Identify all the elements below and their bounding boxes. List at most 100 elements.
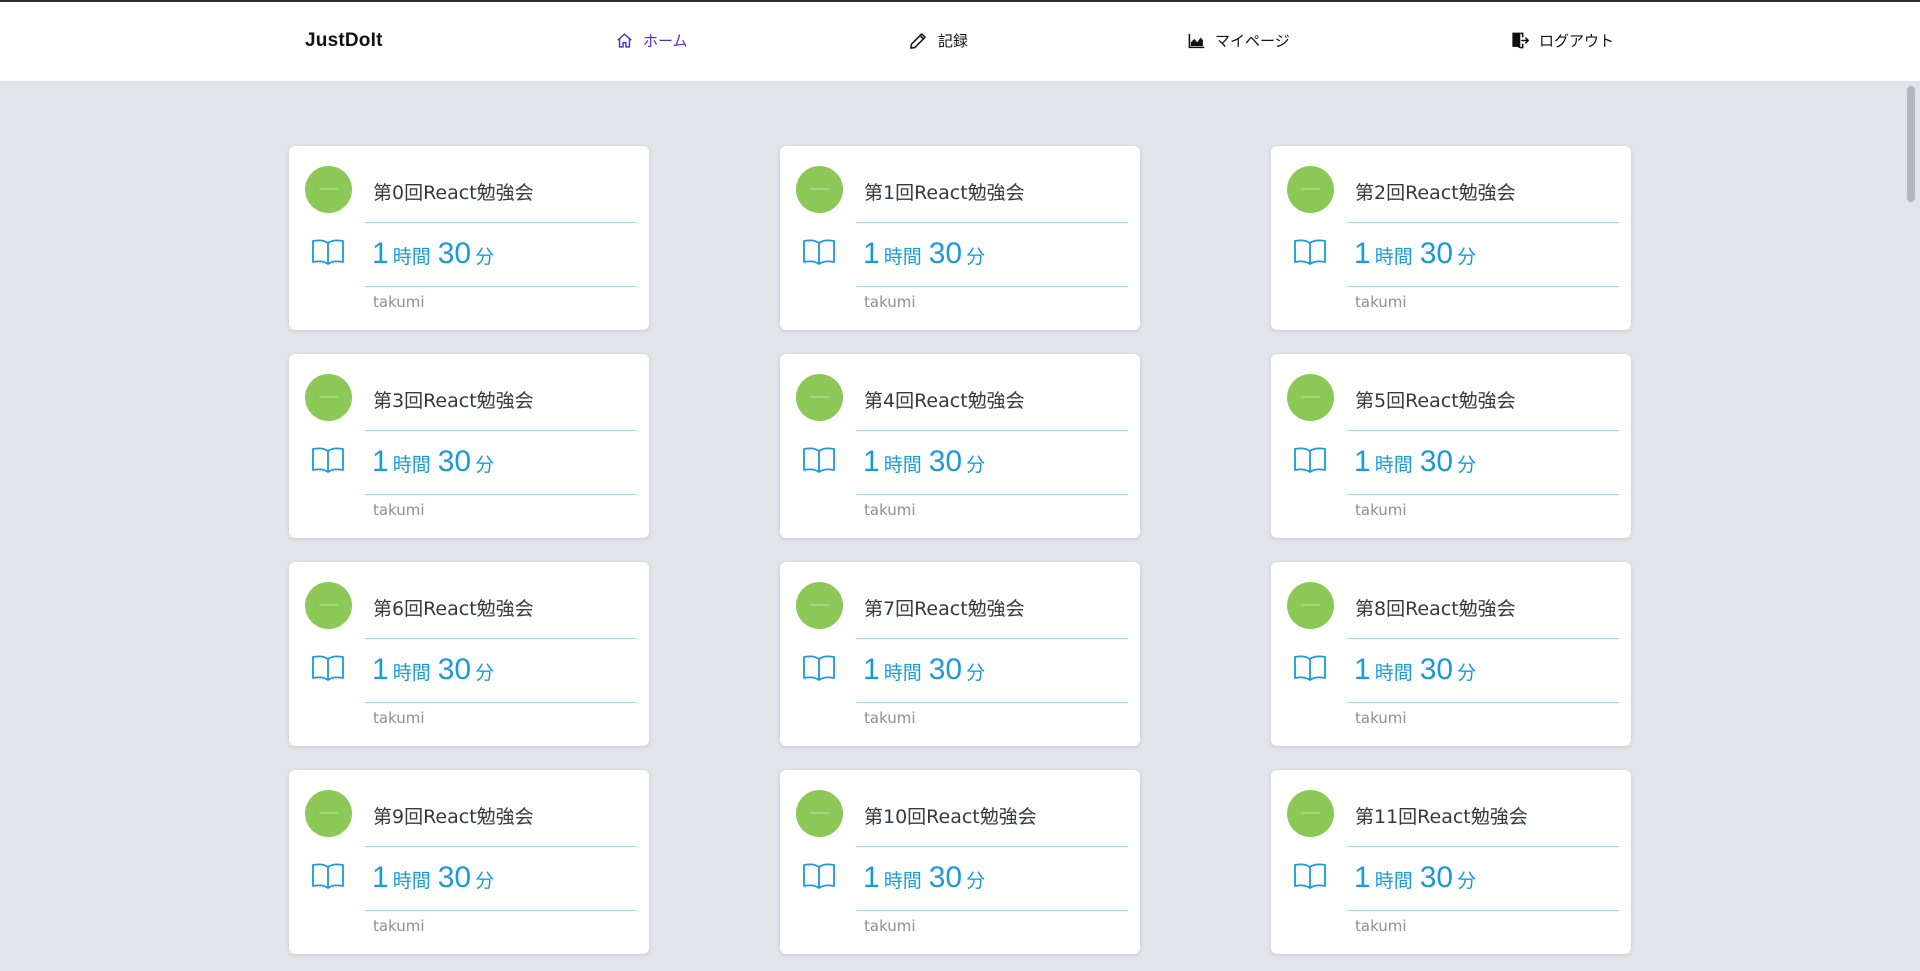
study-card[interactable]: 第5回React勉強会 1 時間 30 分 takumi (1271, 354, 1631, 538)
study-card[interactable]: 第9回React勉強会 1 時間 30 分 takumi (289, 770, 649, 954)
duration-minutes: 30 (1419, 653, 1454, 686)
card-divider (856, 846, 1128, 847)
study-card[interactable]: 第10回React勉強会 1 時間 30 分 takumi (780, 770, 1140, 954)
card-username: takumi (373, 293, 425, 311)
duration-hours: 1 (372, 445, 389, 478)
nav-record[interactable]: 記録 (908, 30, 968, 51)
study-record-grid: 第0回React勉強会 1 時間 30 分 takumi 第1回React勉強会 1 時間 30 分… (289, 146, 1631, 954)
card-title: 第3回React勉強会 (373, 390, 534, 412)
user-avatar (796, 374, 843, 421)
user-avatar (1287, 374, 1334, 421)
duration-minutes-unit: 分 (475, 247, 495, 268)
top-navbar: JustDoIt ホーム 記録 マイページ ログアウト (0, 2, 1920, 82)
card-title: 第11回React勉強会 (1355, 806, 1528, 828)
book-icon (311, 654, 345, 686)
card-divider (856, 494, 1128, 495)
study-duration: 1 時間 30 分 (372, 653, 501, 687)
card-divider (1347, 494, 1619, 495)
book-icon (802, 862, 836, 894)
card-divider (856, 222, 1128, 223)
book-icon (1293, 446, 1327, 478)
card-divider (365, 702, 637, 703)
book-icon (311, 238, 345, 270)
book-icon (802, 654, 836, 686)
home-icon (616, 32, 633, 49)
card-divider (856, 910, 1128, 911)
duration-hours-unit: 時間 (392, 247, 431, 268)
study-card[interactable]: 第8回React勉強会 1 時間 30 分 takumi (1271, 562, 1631, 746)
duration-hours: 1 (1354, 445, 1371, 478)
page-scrollbar[interactable] (1904, 83, 1920, 971)
card-username: takumi (864, 293, 916, 311)
card-divider (365, 286, 637, 287)
duration-hours: 1 (863, 237, 880, 270)
card-username: takumi (864, 917, 916, 935)
card-title: 第7回React勉強会 (864, 598, 1025, 620)
duration-minutes-unit: 分 (475, 663, 495, 684)
user-avatar (796, 166, 843, 213)
nav-logout[interactable]: ログアウト (1510, 30, 1614, 51)
card-title: 第8回React勉強会 (1355, 598, 1516, 620)
book-icon (1293, 238, 1327, 270)
study-card[interactable]: 第0回React勉強会 1 時間 30 分 takumi (289, 146, 649, 330)
duration-hours: 1 (1354, 653, 1371, 686)
duration-hours: 1 (863, 445, 880, 478)
study-card[interactable]: 第4回React勉強会 1 時間 30 分 takumi (780, 354, 1140, 538)
study-card[interactable]: 第7回React勉強会 1 時間 30 分 takumi (780, 562, 1140, 746)
card-divider (365, 910, 637, 911)
duration-minutes-unit: 分 (475, 455, 495, 476)
card-divider (1347, 430, 1619, 431)
page-scrollbar-thumb[interactable] (1907, 86, 1915, 202)
card-username: takumi (1355, 501, 1407, 519)
duration-hours-unit: 時間 (1374, 455, 1413, 476)
card-title: 第0回React勉強会 (373, 182, 534, 204)
card-divider (856, 702, 1128, 703)
duration-hours: 1 (372, 237, 389, 270)
study-duration: 1 時間 30 分 (863, 653, 992, 687)
duration-minutes-unit: 分 (966, 663, 986, 684)
study-card[interactable]: 第2回React勉強会 1 時間 30 分 takumi (1271, 146, 1631, 330)
brand-logo[interactable]: JustDoIt (305, 30, 383, 52)
duration-hours: 1 (1354, 861, 1371, 894)
study-duration: 1 時間 30 分 (372, 445, 501, 479)
study-card[interactable]: 第3回React勉強会 1 時間 30 分 takumi (289, 354, 649, 538)
nav-mypage[interactable]: マイページ (1188, 30, 1290, 51)
study-duration: 1 時間 30 分 (372, 237, 501, 271)
duration-hours-unit: 時間 (1374, 247, 1413, 268)
card-divider (1347, 910, 1619, 911)
book-icon (802, 238, 836, 270)
study-card[interactable]: 第11回React勉強会 1 時間 30 分 takumi (1271, 770, 1631, 954)
book-icon (1293, 862, 1327, 894)
user-avatar (305, 374, 352, 421)
card-divider (1347, 222, 1619, 223)
duration-minutes: 30 (437, 861, 472, 894)
card-divider (365, 494, 637, 495)
card-username: takumi (373, 709, 425, 727)
duration-hours-unit: 時間 (883, 455, 922, 476)
book-icon (311, 862, 345, 894)
duration-minutes-unit: 分 (1457, 247, 1477, 268)
study-card[interactable]: 第1回React勉強会 1 時間 30 分 takumi (780, 146, 1140, 330)
card-title: 第2回React勉強会 (1355, 182, 1516, 204)
card-divider (856, 430, 1128, 431)
nav-home[interactable]: ホーム (616, 30, 688, 51)
duration-hours: 1 (1354, 237, 1371, 270)
nav-home-label: ホーム (643, 32, 688, 50)
duration-minutes: 30 (928, 861, 963, 894)
logout-icon (1510, 31, 1529, 50)
duration-hours-unit: 時間 (1374, 871, 1413, 892)
user-avatar (1287, 582, 1334, 629)
card-title: 第9回React勉強会 (373, 806, 534, 828)
study-card[interactable]: 第6回React勉強会 1 時間 30 分 takumi (289, 562, 649, 746)
duration-hours: 1 (863, 653, 880, 686)
duration-hours-unit: 時間 (392, 663, 431, 684)
duration-hours: 1 (863, 861, 880, 894)
duration-minutes: 30 (1419, 237, 1454, 270)
duration-minutes-unit: 分 (1457, 663, 1477, 684)
study-duration: 1 時間 30 分 (1354, 445, 1483, 479)
duration-minutes: 30 (1419, 445, 1454, 478)
card-username: takumi (1355, 293, 1407, 311)
user-avatar (305, 790, 352, 837)
book-icon (1293, 654, 1327, 686)
card-title: 第5回React勉強会 (1355, 390, 1516, 412)
